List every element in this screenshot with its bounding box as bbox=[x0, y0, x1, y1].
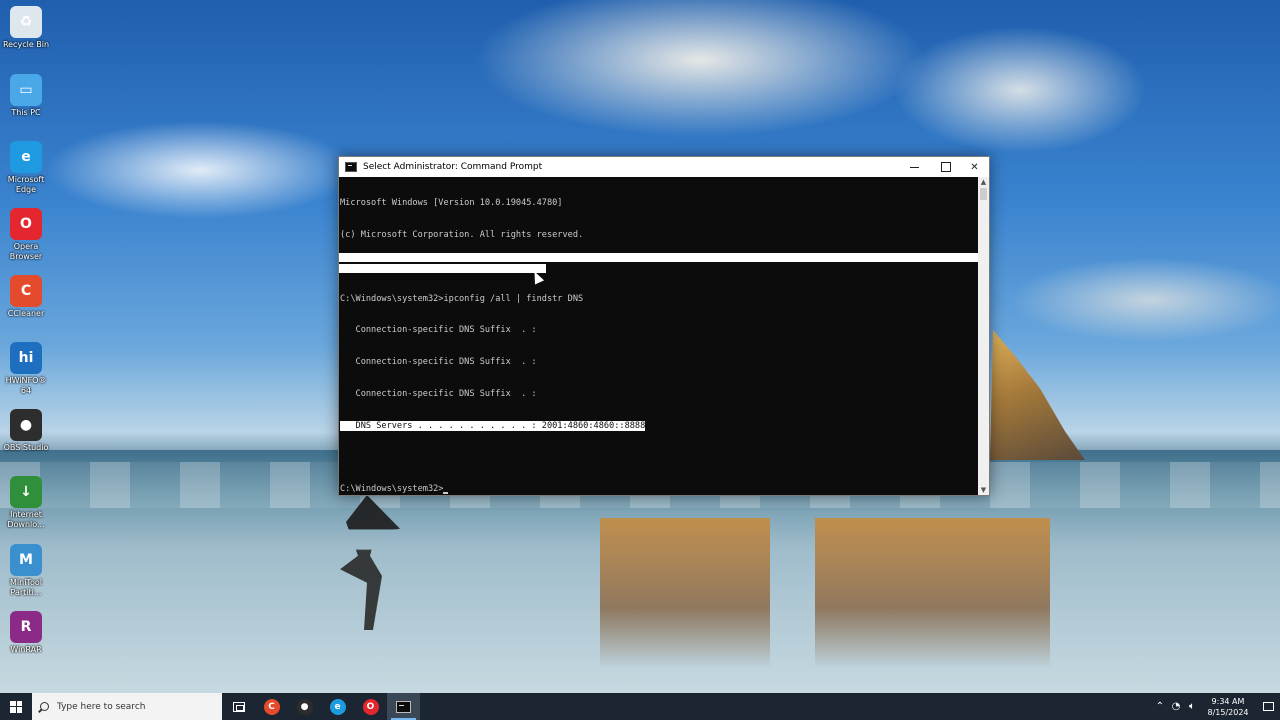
vertical-scrollbar[interactable]: ▲ ▼ bbox=[978, 177, 989, 495]
desktop-icon-ccleaner[interactable]: C CCleaner bbox=[2, 275, 50, 319]
desktop-icon-obs-studio[interactable]: ● OBS Studio bbox=[2, 409, 50, 453]
console-line: C:\Windows\system32>ipconfig /all | find… bbox=[340, 293, 584, 304]
taskbar: Type here to search C ● e O ⌃ ◔ 🔈︎ 9:34 AM … bbox=[0, 693, 1280, 720]
desktop-icon-label: Recycle Bin bbox=[2, 40, 50, 49]
desktop-icon-opera-browser[interactable]: O Opera Browser bbox=[2, 208, 50, 262]
opera-browser-icon: O bbox=[10, 208, 42, 240]
desktop-icon-label: MiniTool Partiti... bbox=[10, 578, 42, 597]
command-prompt-icon bbox=[396, 700, 411, 713]
window-title: Select Administrator: Command Prompt bbox=[363, 162, 543, 172]
desktop-icon-microsoft-edge[interactable]: e Microsoft Edge bbox=[2, 141, 50, 195]
network-icon[interactable]: ◔ bbox=[1168, 693, 1184, 720]
scroll-down-icon[interactable]: ▼ bbox=[978, 485, 989, 495]
search-placeholder: Type here to search bbox=[57, 701, 146, 712]
text-cursor bbox=[443, 491, 449, 494]
recycle-bin-icon: ♻ bbox=[10, 6, 42, 38]
dns-servers-value: 2001:4860:4860::8888 bbox=[541, 420, 646, 431]
task-view-icon bbox=[232, 701, 245, 712]
desktop-icon-label: This PC bbox=[11, 108, 41, 117]
opera-browser-icon: O bbox=[362, 698, 379, 715]
this-pc-icon: ▭ bbox=[10, 74, 42, 106]
cmd-icon bbox=[345, 162, 357, 172]
windows-logo-icon bbox=[10, 700, 22, 713]
chevron-up-icon[interactable]: ⌃ bbox=[1152, 693, 1168, 720]
pinned-apps: C ● e O bbox=[255, 693, 387, 720]
console-line: Connection-specific DNS Suffix . : bbox=[340, 388, 537, 399]
search-box[interactable]: Type here to search bbox=[32, 693, 222, 720]
prompt-text: C:\Windows\system32> bbox=[340, 484, 444, 495]
volume-icon[interactable]: 🔈︎ bbox=[1184, 693, 1200, 720]
ccleaner-icon: C bbox=[10, 275, 42, 307]
winrar-icon: R bbox=[10, 611, 42, 643]
hwinfo64-icon: hi bbox=[10, 342, 42, 374]
microsoft-edge-icon: e bbox=[329, 698, 346, 715]
ccleaner-icon: C bbox=[263, 698, 280, 715]
scroll-up-icon[interactable]: ▲ bbox=[978, 177, 989, 187]
scroll-thumb[interactable] bbox=[980, 188, 987, 200]
minimize-button[interactable] bbox=[899, 157, 930, 177]
taskbar-opera-browser[interactable]: O bbox=[354, 693, 387, 720]
system-tray: ⌃ ◔ 🔈︎ 9:34 AM 8/15/2024 bbox=[1152, 693, 1280, 720]
notification-icon[interactable] bbox=[1256, 693, 1280, 720]
internet-download-manager-icon: ↓ bbox=[10, 476, 42, 508]
search-icon bbox=[40, 702, 49, 711]
desktop-icon-label: CCleaner bbox=[7, 309, 45, 318]
wallpaper-reflection bbox=[600, 518, 770, 668]
desktop-icon-recycle-bin[interactable]: ♻ Recycle Bin bbox=[2, 6, 50, 50]
microsoft-edge-icon: e bbox=[10, 141, 42, 173]
obs-studio-icon: ● bbox=[10, 409, 42, 441]
desktop-icon-label: Microsoft Edge bbox=[7, 175, 45, 194]
desktop-icon-this-pc[interactable]: ▭ This PC bbox=[2, 74, 50, 118]
desktop-icon-label: Internet Downlo... bbox=[7, 510, 45, 529]
title-bar[interactable]: Select Administrator: Command Prompt bbox=[339, 157, 989, 177]
task-view-button[interactable] bbox=[222, 693, 255, 720]
console-line: Connection-specific DNS Suffix . : bbox=[340, 325, 537, 336]
desktop-icon-hwinfo64[interactable]: hi HWiNFO® 64 bbox=[2, 342, 50, 396]
desktop-icon-label: OBS Studio bbox=[3, 443, 49, 452]
desktop-icon-winrar[interactable]: R WinRAR bbox=[2, 611, 50, 655]
prompt-line: C:\Windows\system32> bbox=[340, 484, 977, 495]
close-button[interactable] bbox=[959, 157, 990, 177]
dns-servers-label: DNS Servers . . . . . . . . . . . : bbox=[340, 420, 542, 431]
desktop-icon-label: WinRAR bbox=[10, 645, 42, 654]
maximize-button[interactable] bbox=[930, 157, 961, 177]
console-output[interactable]: Microsoft Windows [Version 10.0.19045.47… bbox=[339, 177, 977, 495]
taskbar-obs-studio[interactable]: ● bbox=[288, 693, 321, 720]
dns-servers-line: DNS Servers . . . . . . . . . . . : 2001… bbox=[340, 420, 977, 432]
taskbar-ccleaner[interactable]: C bbox=[255, 693, 288, 720]
command-prompt-window[interactable]: Select Administrator: Command Prompt Mic… bbox=[338, 156, 990, 496]
desktop-icon-label: HWiNFO® 64 bbox=[5, 376, 47, 395]
clock[interactable]: 9:34 AM 8/15/2024 bbox=[1200, 696, 1256, 718]
wallpaper-reflection bbox=[815, 518, 1050, 668]
clock-date: 8/15/2024 bbox=[1207, 707, 1249, 717]
desktop-icon-internet-download-manager[interactable]: ↓ Internet Downlo... bbox=[2, 476, 50, 530]
taskbar-command-prompt[interactable] bbox=[387, 693, 420, 720]
minitool-partition-icon: M bbox=[10, 544, 42, 576]
obs-studio-icon: ● bbox=[296, 698, 313, 715]
console-line: (c) Microsoft Corporation. All rights re… bbox=[340, 229, 584, 240]
clock-time: 9:34 AM bbox=[1211, 696, 1245, 706]
desktop-icon-minitool-partition[interactable]: M MiniTool Partiti... bbox=[2, 544, 50, 598]
desktop-icon-label: Opera Browser bbox=[9, 242, 43, 261]
console-line: Microsoft Windows [Version 10.0.19045.47… bbox=[340, 198, 563, 209]
start-button[interactable] bbox=[0, 693, 32, 720]
wallpaper-rock bbox=[990, 330, 1085, 460]
taskbar-microsoft-edge[interactable]: e bbox=[321, 693, 354, 720]
console-line-blank bbox=[340, 452, 977, 463]
console-line: Connection-specific DNS Suffix . : bbox=[340, 357, 537, 368]
